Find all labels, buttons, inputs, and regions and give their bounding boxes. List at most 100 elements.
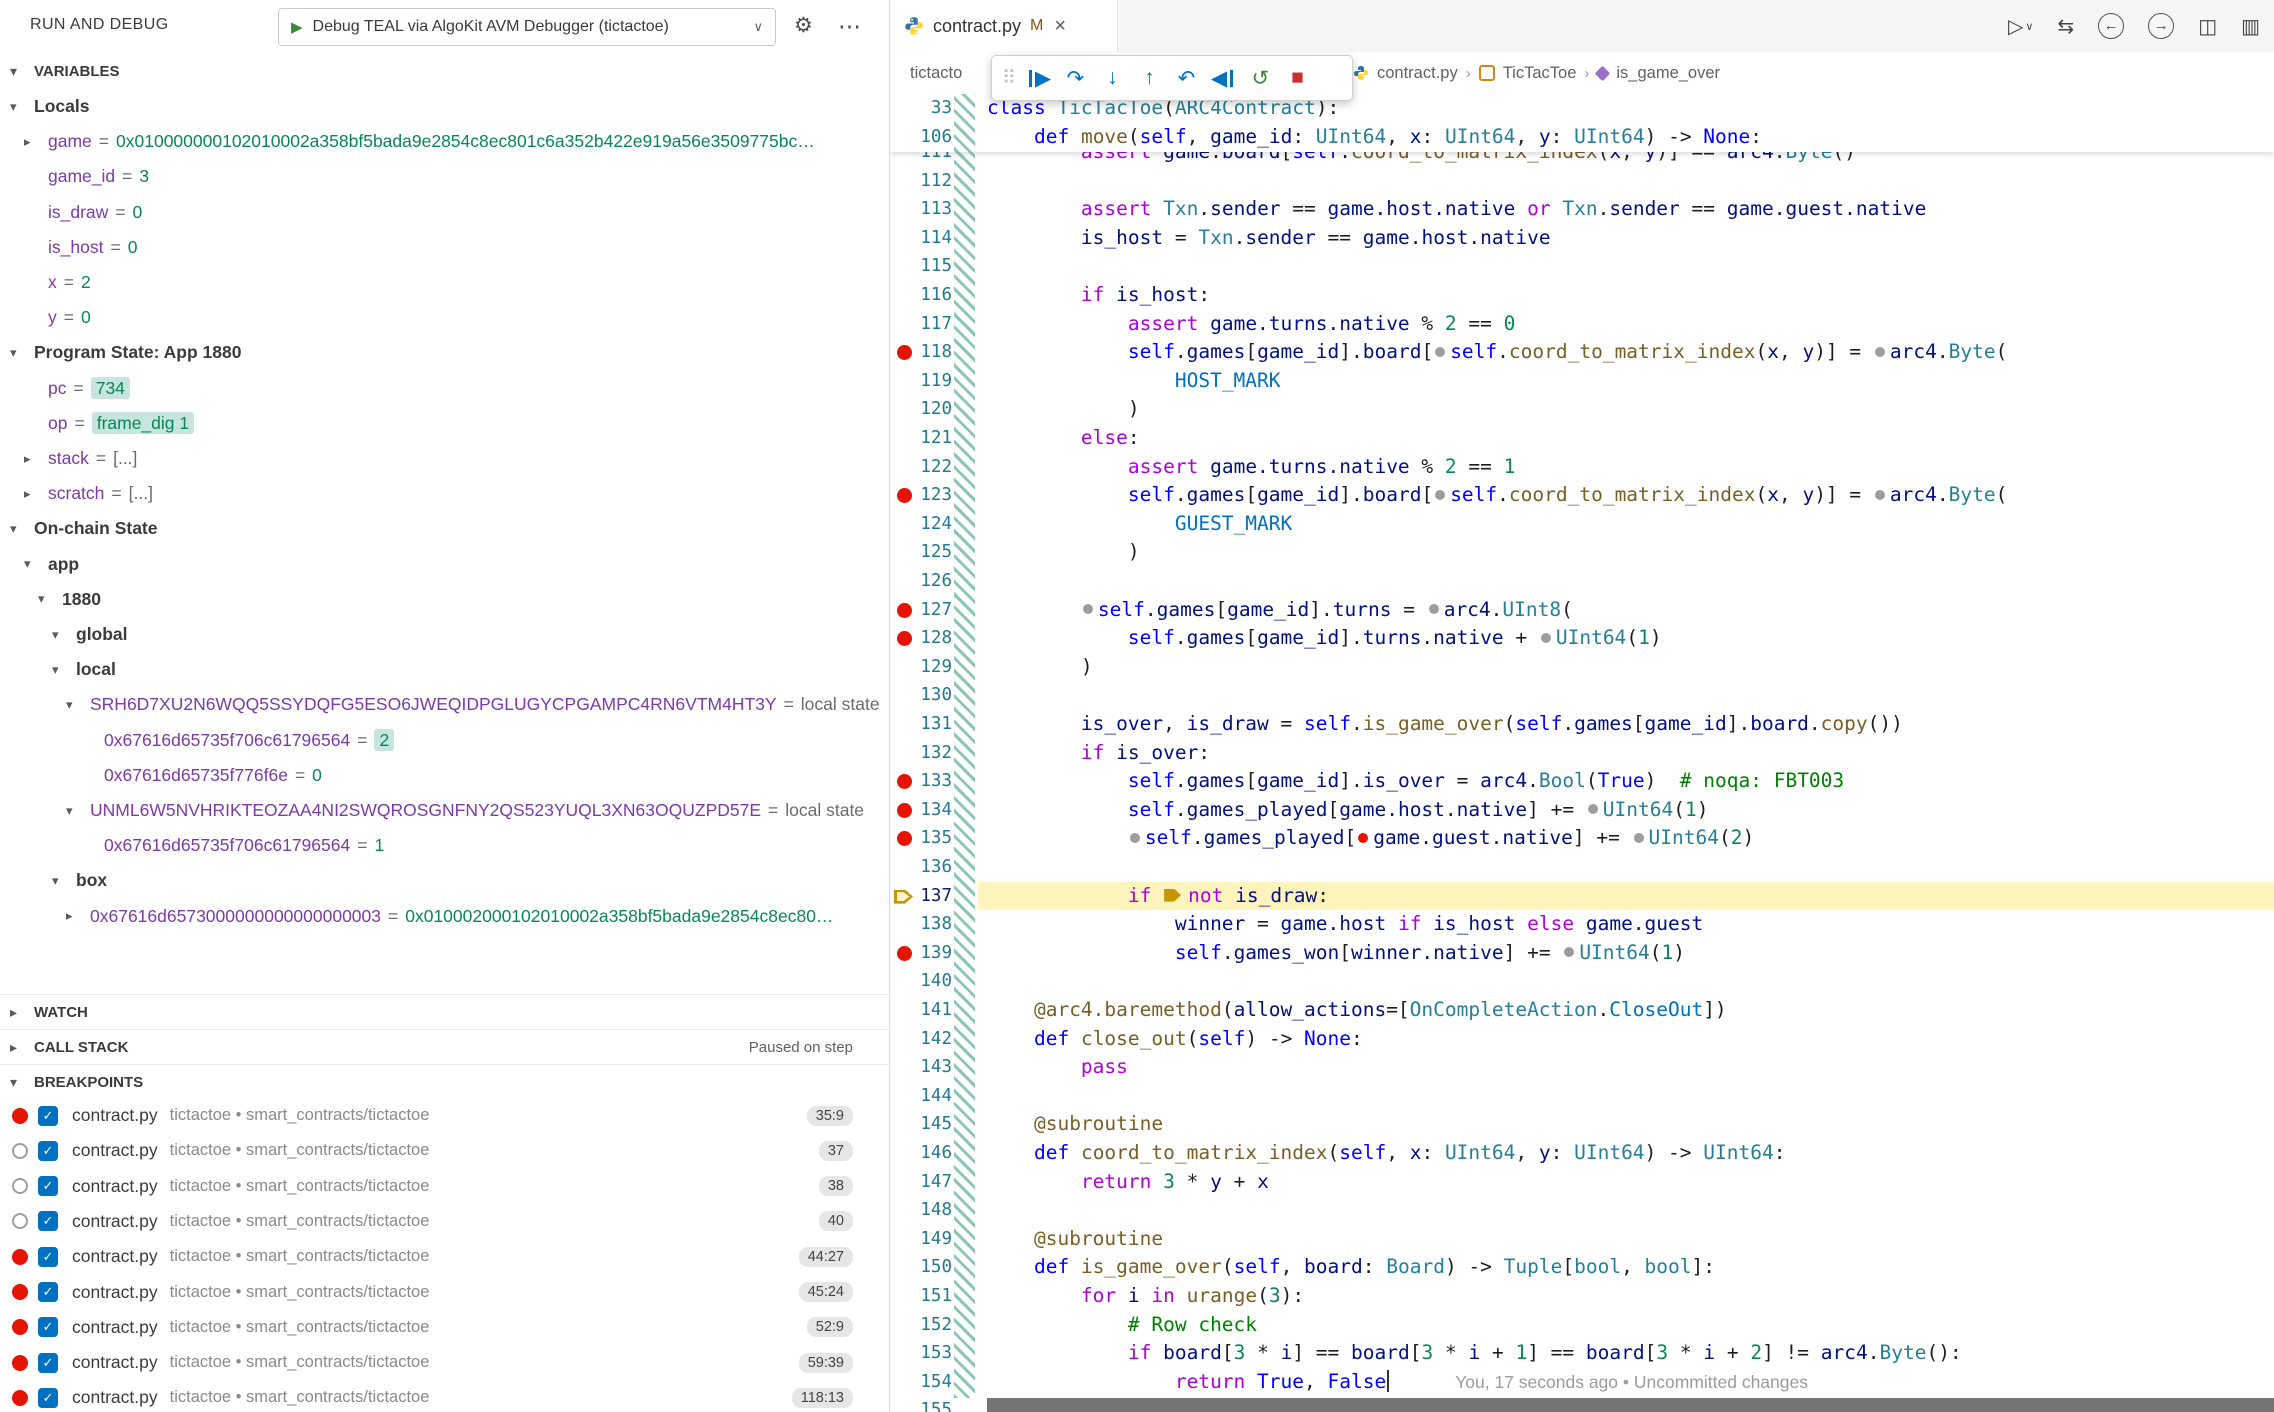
code-line-150[interactable]: 150 def is_game_over(self, board: Board)… bbox=[890, 1253, 2274, 1282]
line-number[interactable]: 151 bbox=[904, 1282, 952, 1311]
go-forward-icon[interactable]: → bbox=[2148, 13, 2174, 39]
line-number[interactable]: 121 bbox=[904, 424, 952, 453]
var-stack[interactable]: ▸stack=[...] bbox=[0, 441, 889, 476]
line-number[interactable]: 147 bbox=[904, 1168, 952, 1197]
line-number[interactable]: 122 bbox=[904, 453, 952, 482]
code-text[interactable]: @subroutine bbox=[987, 1225, 1163, 1254]
code-text[interactable]: assert game.turns.native % 2 == 0 bbox=[987, 310, 1515, 339]
code-line-126[interactable]: 126 bbox=[890, 567, 2274, 596]
breadcrumb-folder[interactable]: tictacto bbox=[910, 64, 994, 83]
code-line-112[interactable]: 112 bbox=[890, 167, 2274, 196]
code-text[interactable]: def close_out(self) -> None: bbox=[987, 1025, 1363, 1054]
chevron-right-icon[interactable]: ▸ bbox=[24, 486, 48, 502]
var-x[interactable]: x=2 bbox=[0, 265, 889, 300]
scope-locals[interactable]: ▾Locals bbox=[0, 89, 889, 124]
group-app-1880[interactable]: ▾1880 bbox=[0, 582, 889, 617]
code-text[interactable]: ) bbox=[987, 395, 1140, 424]
code-line-116[interactable]: 116 if is_host: bbox=[890, 281, 2274, 310]
line-number[interactable]: 145 bbox=[904, 1110, 952, 1139]
code-line-123[interactable]: 123 self.games[game_id].board[self.coord… bbox=[890, 481, 2274, 510]
var-y[interactable]: y=0 bbox=[0, 300, 889, 335]
group-box[interactable]: ▾box bbox=[0, 863, 889, 898]
breakpoint-row[interactable]: ✓contract.pytictactoe • smart_contracts/… bbox=[0, 1133, 889, 1168]
group-global[interactable]: ▾global bbox=[0, 617, 889, 652]
chevron-down-icon[interactable]: ▾ bbox=[66, 697, 90, 713]
code-line-128[interactable]: 128 self.games[game_id].turns.native + U… bbox=[890, 624, 2274, 653]
code-line-115[interactable]: 115 bbox=[890, 252, 2274, 281]
breakpoint-checkbox[interactable]: ✓ bbox=[38, 1247, 58, 1267]
line-number[interactable]: 118 bbox=[904, 338, 952, 367]
group-local[interactable]: ▾local bbox=[0, 652, 889, 687]
line-number[interactable]: 142 bbox=[904, 1025, 952, 1054]
code-line-133[interactable]: 133 self.games[game_id].is_over = arc4.B… bbox=[890, 767, 2274, 796]
customize-layout-icon[interactable]: ▥ bbox=[2241, 14, 2260, 39]
code-line-140[interactable]: 140 bbox=[890, 967, 2274, 996]
line-number[interactable]: 136 bbox=[904, 853, 952, 882]
line-number[interactable]: 33 bbox=[904, 94, 952, 123]
code-text[interactable]: self.games[game_id].is_over = arc4.Bool(… bbox=[987, 767, 1844, 796]
restart-button[interactable]: ↺ bbox=[1242, 59, 1279, 97]
breakpoint-row[interactable]: ✓contract.pytictactoe • smart_contracts/… bbox=[0, 1204, 889, 1239]
state-games-won-1[interactable]: 0x67616d65735f776f6e=0 bbox=[0, 758, 889, 793]
code-text[interactable]: if is_over: bbox=[987, 739, 1210, 768]
chevron-down-icon[interactable]: ▾ bbox=[24, 556, 48, 572]
code-line-153[interactable]: 153 if board[3 * i] == board[3 * i + 1] … bbox=[890, 1339, 2274, 1368]
code-line-132[interactable]: 132 if is_over: bbox=[890, 739, 2274, 768]
var-scratch[interactable]: ▸scratch=[...] bbox=[0, 476, 889, 511]
code-text[interactable]: self.games[game_id].turns.native + UInt6… bbox=[987, 624, 1662, 653]
line-number[interactable]: 112 bbox=[904, 167, 952, 196]
line-number[interactable]: 155 bbox=[904, 1396, 952, 1412]
line-number[interactable]: 133 bbox=[904, 767, 952, 796]
line-number[interactable]: 134 bbox=[904, 796, 952, 825]
code-text[interactable]: self.games_played[game.guest.native] += … bbox=[987, 824, 1754, 853]
code-text[interactable]: return 3 * y + x bbox=[987, 1168, 1269, 1197]
chevron-down-icon[interactable]: ▾ bbox=[10, 521, 34, 537]
breakpoint-row[interactable]: ✓contract.pytictactoe • smart_contracts/… bbox=[0, 1098, 889, 1133]
open-changes-icon[interactable]: ⇆ bbox=[2057, 14, 2074, 39]
code-line-118[interactable]: 118 self.games[game_id].board[self.coord… bbox=[890, 338, 2274, 367]
split-editor-icon[interactable]: ◫ bbox=[2198, 14, 2217, 39]
code-line-141[interactable]: 141 @arc4.baremethod(allow_actions=[OnCo… bbox=[890, 996, 2274, 1025]
inline-breakpoint-dot[interactable] bbox=[1875, 347, 1885, 357]
line-number[interactable]: 125 bbox=[904, 538, 952, 567]
code-text[interactable]: self.games_won[winner.native] += UInt64(… bbox=[987, 939, 1685, 968]
code-line-122[interactable]: 122 assert game.turns.native % 2 == 1 bbox=[890, 453, 2274, 482]
code-line-124[interactable]: 124 GUEST_MARK bbox=[890, 510, 2274, 539]
line-number[interactable]: 120 bbox=[904, 395, 952, 424]
code-editor[interactable]: 111 assert game.board[self.coord_to_matr… bbox=[890, 94, 2274, 1412]
line-number[interactable]: 132 bbox=[904, 739, 952, 768]
breakpoint-row[interactable]: ✓contract.pytictactoe • smart_contracts/… bbox=[0, 1275, 889, 1310]
code-text[interactable]: self.games[game_id].board[self.coord_to_… bbox=[987, 338, 2007, 367]
line-number[interactable]: 113 bbox=[904, 195, 952, 224]
code-text[interactable]: is_host = Txn.sender == game.host.native bbox=[987, 224, 1551, 253]
line-number[interactable]: 139 bbox=[904, 939, 952, 968]
line-number[interactable]: 144 bbox=[904, 1082, 952, 1111]
account-row-2[interactable]: ▾UNML6W5NVHRIKTEOZAA4NI2SWQROSGNFNY2QS52… bbox=[0, 793, 889, 828]
code-line-121[interactable]: 121 else: bbox=[890, 424, 2274, 453]
code-text[interactable]: def is_game_over(self, board: Board) -> … bbox=[987, 1253, 1715, 1282]
line-number[interactable]: 129 bbox=[904, 653, 952, 682]
inline-breakpoint-dot[interactable] bbox=[1435, 490, 1445, 500]
code-line-148[interactable]: 148 bbox=[890, 1196, 2274, 1225]
line-number[interactable]: 150 bbox=[904, 1253, 952, 1282]
breakpoint-checkbox[interactable]: ✓ bbox=[38, 1106, 58, 1126]
breakpoint-row[interactable]: ✓contract.pytictactoe • smart_contracts/… bbox=[0, 1239, 889, 1274]
line-number[interactable]: 124 bbox=[904, 510, 952, 539]
state-games-played-2[interactable]: 0x67616d65735f706c61796564=1 bbox=[0, 828, 889, 863]
group-app[interactable]: ▾app bbox=[0, 547, 889, 582]
line-number[interactable]: 137 bbox=[904, 882, 952, 911]
line-number[interactable]: 119 bbox=[904, 367, 952, 396]
line-number[interactable]: 152 bbox=[904, 1311, 952, 1340]
breakpoint-checkbox[interactable]: ✓ bbox=[38, 1211, 58, 1231]
debug-config-dropdown[interactable]: ▶ Debug TEAL via AlgoKit AVM Debugger (t… bbox=[278, 8, 776, 46]
line-number[interactable]: 126 bbox=[904, 567, 952, 596]
code-line-125[interactable]: 125 ) bbox=[890, 538, 2274, 567]
var-is-host[interactable]: is_host=0 bbox=[0, 230, 889, 265]
code-line-127[interactable]: 127 self.games[game_id].turns = arc4.UIn… bbox=[890, 596, 2274, 625]
code-line-130[interactable]: 130 bbox=[890, 681, 2274, 710]
code-line-135[interactable]: 135 self.games_played[game.guest.native]… bbox=[890, 824, 2274, 853]
code-line-113[interactable]: 113 assert Txn.sender == game.host.nativ… bbox=[890, 195, 2274, 224]
breakpoint-checkbox[interactable]: ✓ bbox=[38, 1317, 58, 1337]
code-line-142[interactable]: 142 def close_out(self) -> None: bbox=[890, 1025, 2274, 1054]
chevron-down-icon[interactable]: ▾ bbox=[10, 345, 34, 361]
